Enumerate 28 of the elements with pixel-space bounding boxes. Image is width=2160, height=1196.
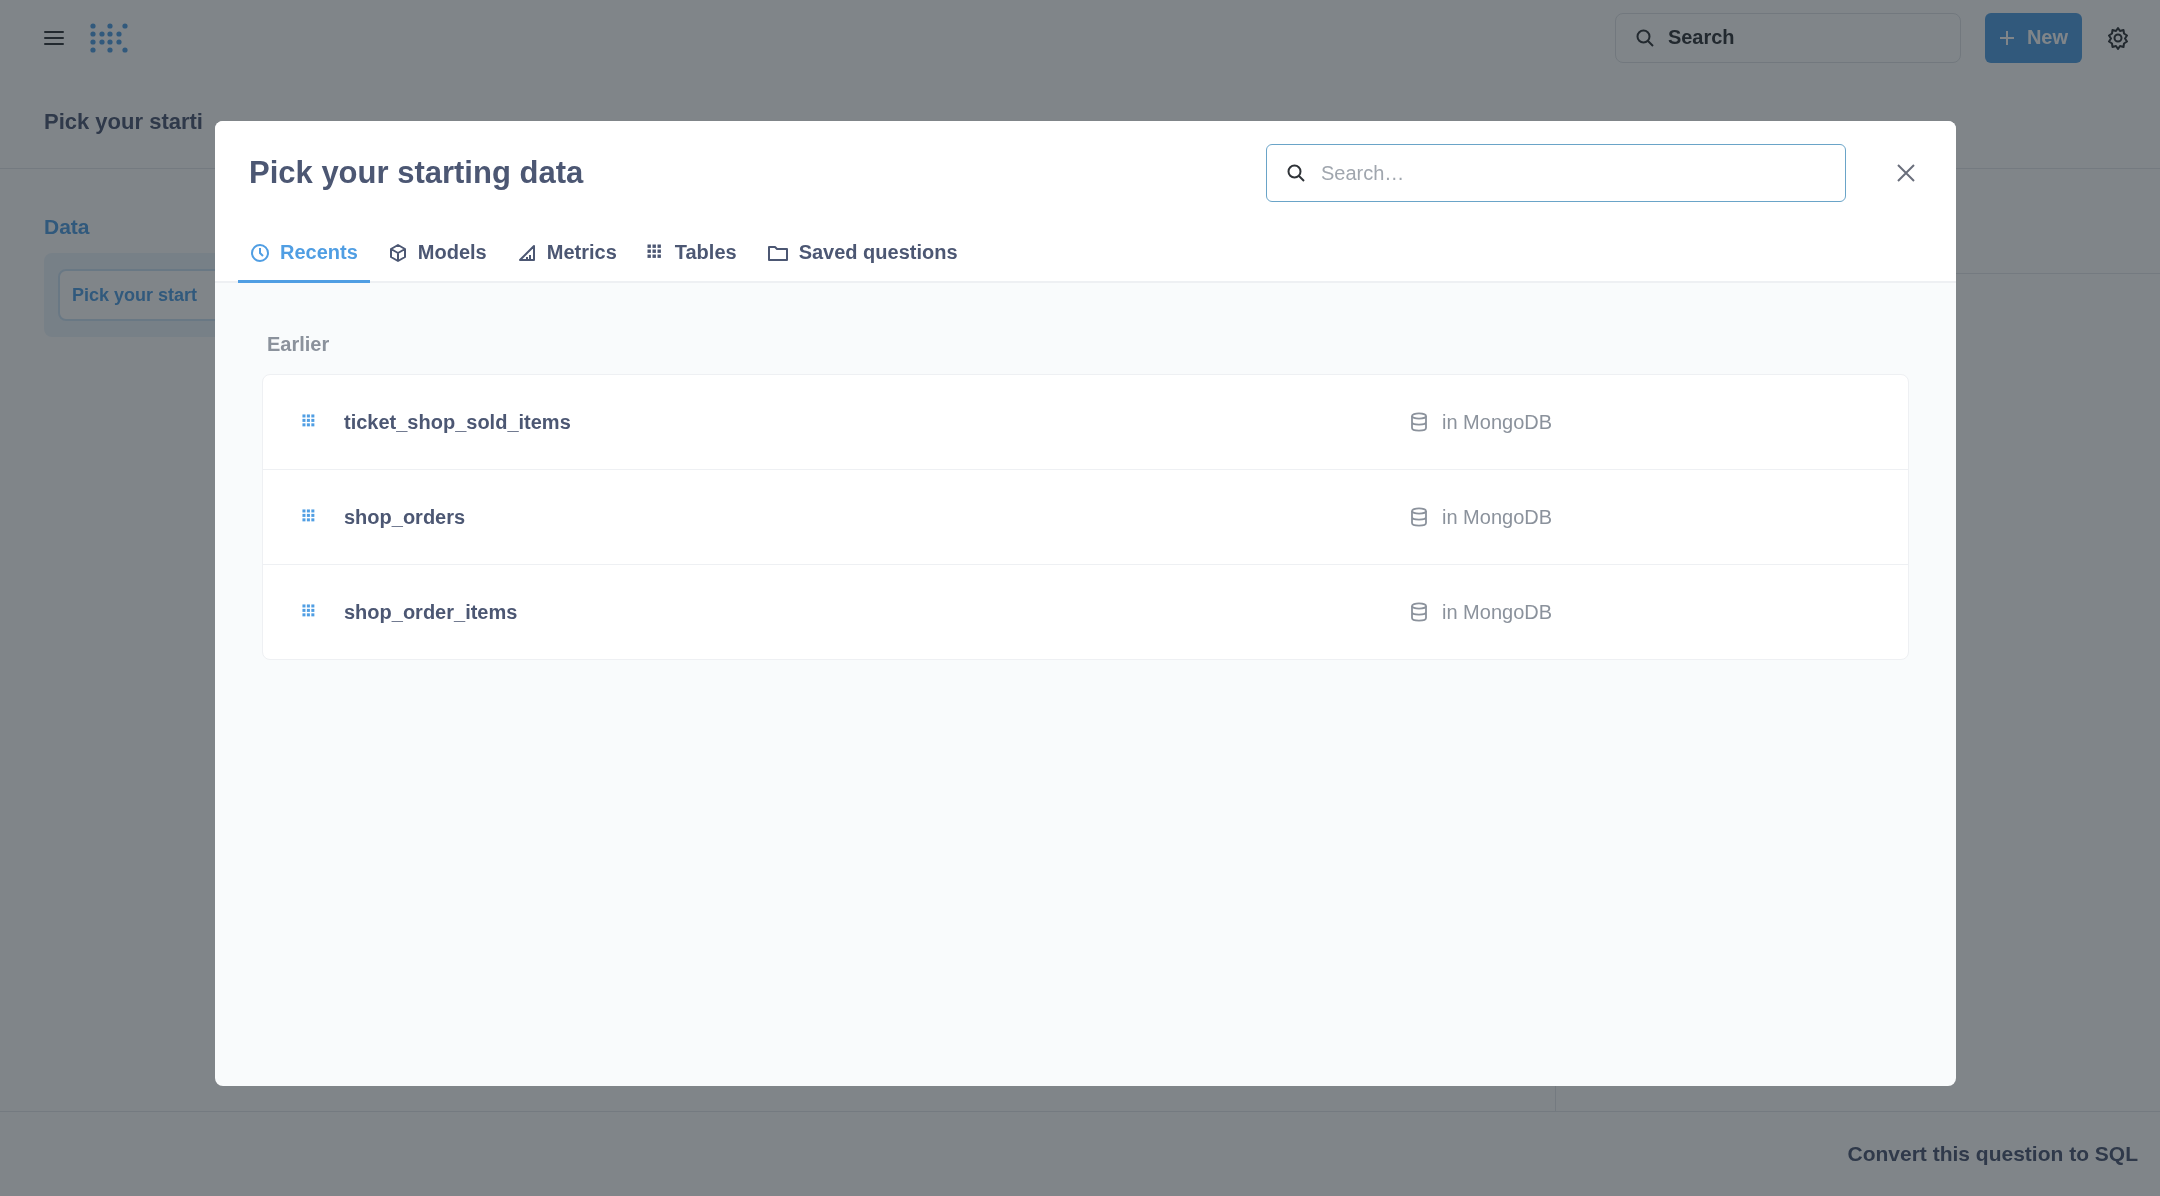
item-name: ticket_shop_sold_items bbox=[344, 410, 572, 434]
item-name: shop_orders bbox=[344, 505, 467, 529]
recent-item[interactable]: shop_orders in MongoDB bbox=[263, 469, 1908, 564]
modal-title: Pick your starting data bbox=[249, 155, 585, 191]
item-name: shop_order_items bbox=[344, 600, 519, 624]
database-icon bbox=[1410, 507, 1428, 527]
cube-icon bbox=[387, 242, 408, 263]
item-location: in MongoDB bbox=[1442, 410, 1553, 434]
tab[interactable]: Models bbox=[375, 229, 499, 283]
tab[interactable]: Saved questions bbox=[754, 229, 970, 283]
item-location: in MongoDB bbox=[1442, 505, 1553, 529]
database-icon bbox=[1410, 602, 1428, 622]
page-title: Pick your starti bbox=[44, 108, 203, 135]
item-location: in MongoDB bbox=[1442, 600, 1553, 624]
close-icon[interactable] bbox=[1896, 163, 1916, 183]
recent-item[interactable]: shop_order_items in MongoDB bbox=[263, 564, 1908, 659]
group-heading: Earlier bbox=[267, 333, 331, 356]
ruler-icon bbox=[516, 242, 537, 263]
tab[interactable]: Metrics bbox=[504, 229, 629, 283]
recent-item[interactable]: ticket_shop_sold_items in MongoDB bbox=[263, 375, 1908, 469]
tab[interactable]: Tables bbox=[634, 229, 749, 283]
search-field[interactable]: Search… bbox=[1266, 144, 1846, 202]
settings-icon[interactable] bbox=[2106, 25, 2130, 50]
menu-icon[interactable] bbox=[44, 29, 64, 46]
database-icon bbox=[1410, 412, 1428, 432]
section-label: Data bbox=[44, 215, 91, 239]
clock-icon bbox=[250, 242, 270, 263]
plus-icon bbox=[1998, 29, 2015, 46]
